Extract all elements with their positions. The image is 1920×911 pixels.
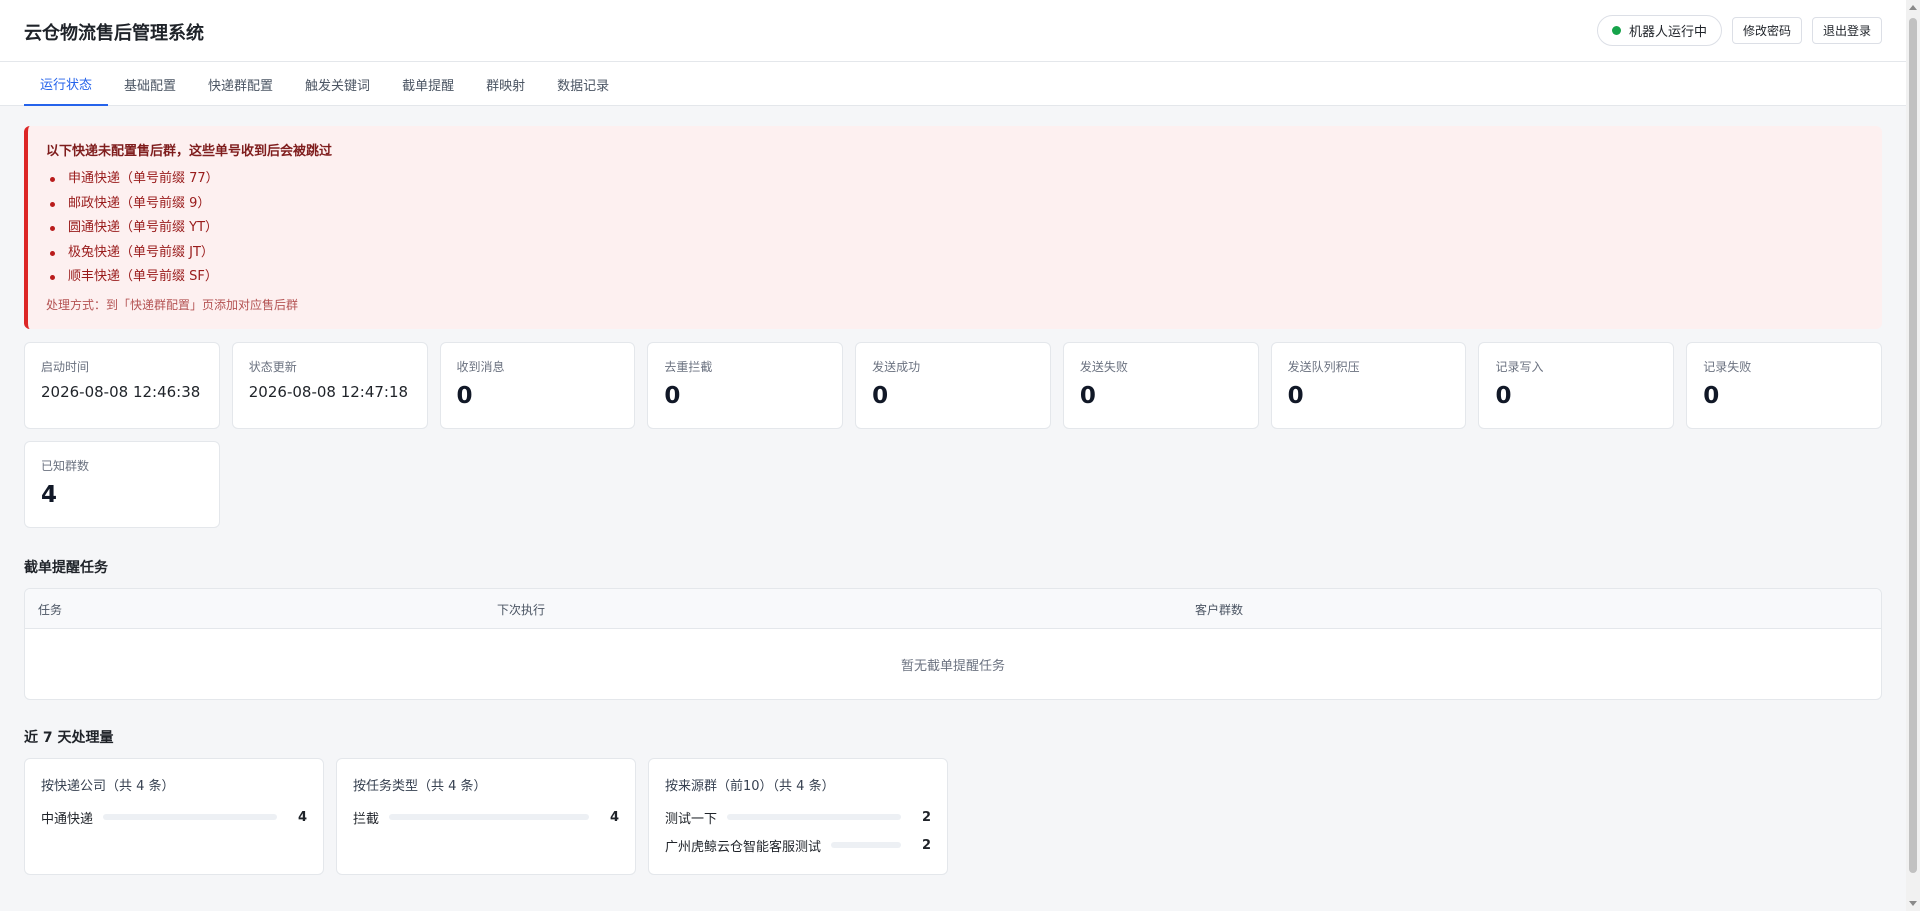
- row-bar: [727, 814, 901, 820]
- row-label: 广州虎鲸云仓智能客服测试: [665, 839, 822, 855]
- stat-label: 收到消息: [456, 360, 505, 374]
- stat-label: 发送队列积压: [1287, 360, 1360, 374]
- list-item: 测试一下 2: [665, 806, 931, 828]
- stat-card-dedup: 去重拦截 0: [647, 342, 844, 429]
- alert-item: 极兔快递（单号前缀 JT）: [46, 241, 1864, 266]
- scroll-down-icon[interactable]: [1909, 901, 1917, 906]
- list-item: 拦截 4: [353, 806, 619, 828]
- alert-item: 顺丰快递（单号前缀 SF）: [46, 265, 1864, 290]
- tab-cutoff-reminder[interactable]: 截单提醒: [386, 62, 470, 106]
- change-password-button[interactable]: 修改密码: [1731, 17, 1802, 44]
- stat-label: 发送失败: [1079, 360, 1128, 374]
- tab-run-status[interactable]: 运行状态: [24, 62, 109, 106]
- stat-value: 2026-08-08 12:47:18: [248, 383, 409, 401]
- status-dot-icon: [1611, 26, 1621, 35]
- card-title: 按快递公司（共 4 条）: [41, 779, 175, 794]
- stat-value: 0: [1287, 383, 1304, 409]
- robot-status-badge: 机器人运行中: [1596, 15, 1722, 46]
- stat-value: 4: [41, 482, 58, 508]
- tab-data-records[interactable]: 数据记录: [541, 62, 625, 106]
- stat-card-record-write: 记录写入 0: [1478, 342, 1675, 429]
- table-empty-state: 暂无截单提醒任务: [900, 659, 1005, 674]
- stat-value: 0: [456, 383, 473, 409]
- stat-card-received: 收到消息 0: [439, 342, 636, 429]
- stat-label: 发送成功: [872, 360, 921, 374]
- list-item: 中通快递 4: [41, 806, 307, 828]
- list-item: 广州虎鲸云仓智能客服测试 2: [665, 834, 931, 856]
- card-title: 按来源群（前10）（共 4 条）: [665, 779, 835, 794]
- row-value: 4: [609, 809, 619, 825]
- scrollbar-thumb[interactable]: [1909, 18, 1917, 873]
- alert-item: 邮政快递（单号前缀 9）: [46, 192, 1864, 217]
- row-value: 2: [921, 809, 931, 825]
- stat-value: 0: [872, 383, 889, 409]
- stat-value: 2026-08-08 12:46:38: [41, 383, 201, 401]
- main-tabs: 运行状态 基础配置 快递群配置 触发关键词 截单提醒 群映射 数据记录: [0, 62, 1906, 106]
- row-bar: [389, 814, 589, 820]
- robot-status-label: 机器人运行中: [1628, 25, 1707, 40]
- stat-label: 去重拦截: [664, 360, 713, 374]
- stat-card-send-success: 发送成功 0: [855, 342, 1051, 429]
- tab-trigger-keywords[interactable]: 触发关键词: [289, 62, 386, 106]
- row-value: 2: [921, 837, 931, 853]
- stat-card-known-groups: 已知群数 4: [24, 441, 220, 528]
- app-header: 云仓物流售后管理系统 机器人运行中 修改密码 退出登录: [0, 0, 1906, 62]
- tab-courier-group-config[interactable]: 快递群配置: [192, 62, 289, 106]
- stat-label: 已知群数: [41, 459, 90, 473]
- column-header-task: 任务: [38, 603, 63, 617]
- alert-footer: 处理方式：到「快递群配置」页添加对应售后群: [46, 297, 299, 312]
- stat-value: 0: [1703, 383, 1720, 409]
- stat-card-send-fail: 发送失败 0: [1062, 342, 1259, 429]
- weekly-card-by-courier: 按快递公司（共 4 条） 中通快递 4: [24, 758, 324, 875]
- header-actions: 机器人运行中 修改密码 退出登录: [1596, 15, 1882, 46]
- row-label: 测试一下: [665, 811, 718, 827]
- tab-basic-config[interactable]: 基础配置: [108, 62, 192, 106]
- row-label: 拦截: [353, 811, 380, 827]
- alert-title: 以下快递未配置售后群，这些单号收到后会被跳过: [46, 144, 333, 159]
- column-header-group-count: 客户群数: [1195, 603, 1244, 617]
- logout-button[interactable]: 退出登录: [1811, 17, 1882, 44]
- tab-group-mapping[interactable]: 群映射: [470, 62, 541, 106]
- alert-item: 申通快递（单号前缀 77）: [46, 167, 1864, 192]
- alert-item: 圆通快递（单号前缀 YT）: [46, 216, 1864, 241]
- row-bar: [831, 842, 901, 848]
- row-label: 中通快递: [41, 811, 94, 827]
- weekly-section-title: 近 7 天处理量: [24, 730, 114, 746]
- stat-card-start-time: 启动时间 2026-08-08 12:46:38: [24, 342, 220, 429]
- stat-label: 记录写入: [1495, 360, 1544, 374]
- column-header-next-run: 下次执行: [497, 603, 546, 617]
- tasks-section-title: 截单提醒任务: [24, 560, 108, 576]
- missing-group-alert: 以下快递未配置售后群，这些单号收到后会被跳过 申通快递（单号前缀 77） 邮政快…: [24, 126, 1882, 329]
- row-value: 4: [297, 809, 307, 825]
- scroll-up-icon[interactable]: [1909, 5, 1917, 10]
- stat-label: 启动时间: [41, 360, 90, 374]
- stat-label: 状态更新: [248, 360, 297, 374]
- alert-list: 申通快递（单号前缀 77） 邮政快递（单号前缀 9） 圆通快递（单号前缀 YT）…: [46, 167, 1864, 290]
- weekly-card-by-task-type: 按任务类型（共 4 条） 拦截 4: [336, 758, 636, 875]
- page-scrollbar[interactable]: [1906, 0, 1920, 911]
- stats-grid: 启动时间 2026-08-08 12:46:38 状态更新 2026-08-08…: [24, 342, 1882, 528]
- stat-value: 0: [664, 383, 681, 409]
- stat-card-record-fail: 记录失败 0: [1686, 342, 1882, 429]
- stat-card-status-update: 状态更新 2026-08-08 12:47:18: [231, 342, 428, 429]
- cutoff-tasks-table: 任务 下次执行 客户群数 暂无截单提醒任务: [24, 588, 1882, 700]
- weekly-cards: 按快递公司（共 4 条） 中通快递 4 按任务类型（共 4 条） 拦截 4 按来…: [24, 758, 948, 875]
- stat-label: 记录失败: [1703, 360, 1752, 374]
- weekly-card-by-source-group: 按来源群（前10）（共 4 条） 测试一下 2 广州虎鲸云仓智能客服测试 2: [648, 758, 948, 875]
- row-bar: [103, 814, 277, 820]
- app-title: 云仓物流售后管理系统: [24, 23, 204, 44]
- stat-value: 0: [1495, 383, 1512, 409]
- stat-card-queue-backlog: 发送队列积压 0: [1270, 342, 1467, 429]
- card-title: 按任务类型（共 4 条）: [353, 779, 487, 794]
- table-header: 任务 下次执行 客户群数: [25, 589, 1881, 629]
- stat-value: 0: [1079, 383, 1096, 409]
